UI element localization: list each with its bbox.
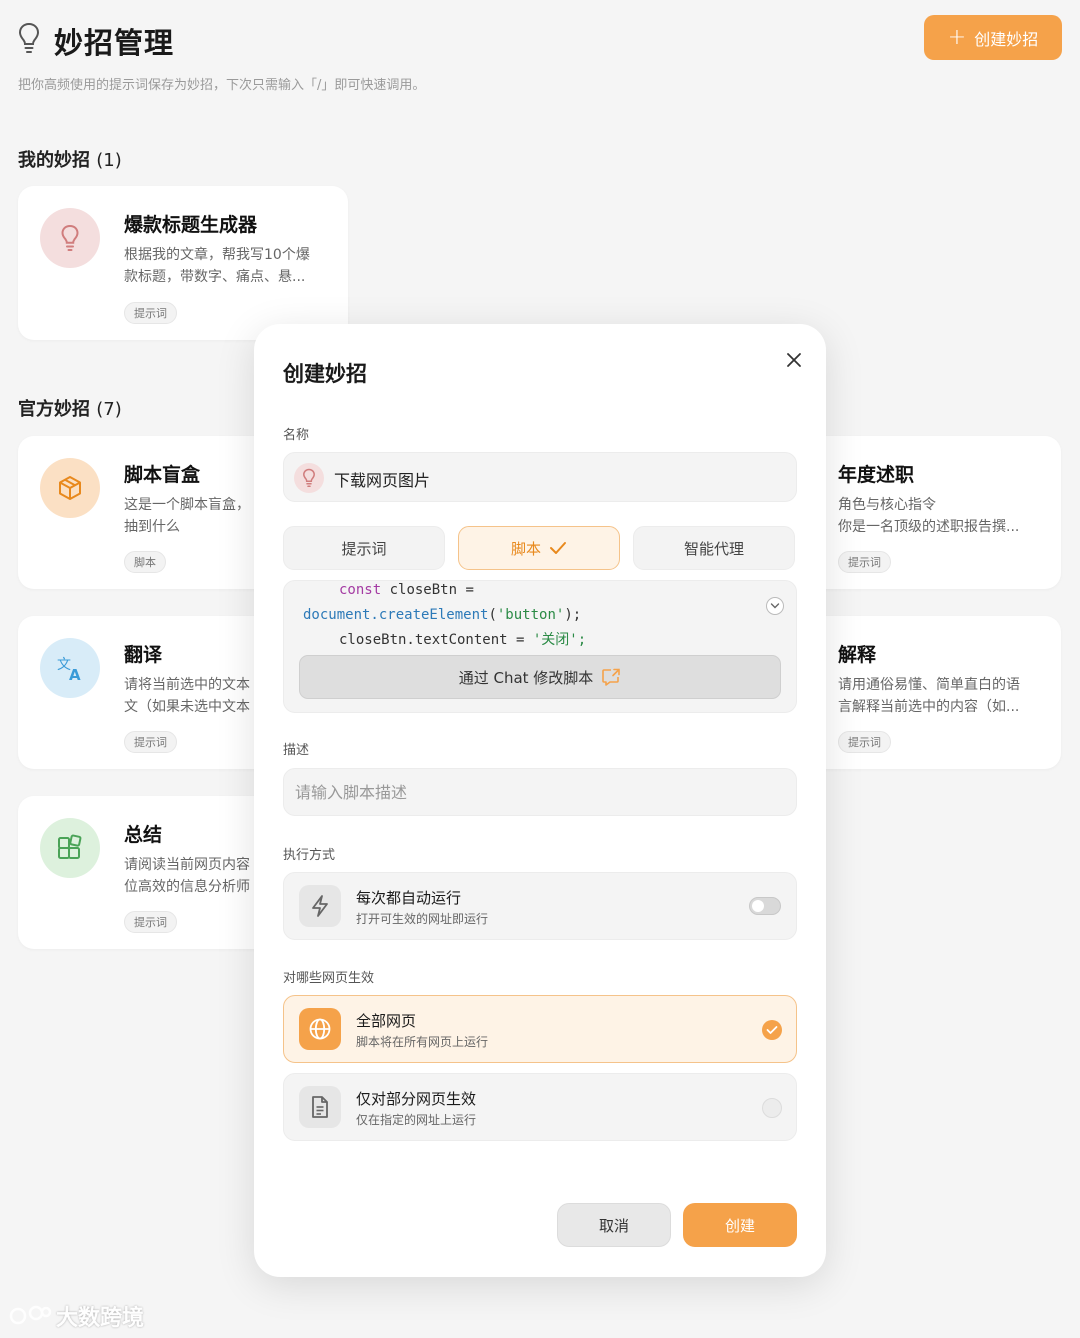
page-header: 妙招管理 + 创建妙招: [18, 15, 1062, 62]
chevron-down-icon[interactable]: [766, 597, 784, 615]
card-desc: 角色与核心指令 你是一名顶级的述职报告撰...: [838, 497, 1020, 535]
scope-all-radio[interactable]: [762, 1020, 782, 1040]
card-tag: 提示词: [124, 911, 177, 933]
tab-prompt[interactable]: 提示词: [283, 526, 445, 570]
tab-script-label: 脚本: [510, 539, 541, 558]
document-icon: [299, 1086, 341, 1128]
page-title: 妙招管理: [54, 26, 175, 60]
edit-script-via-chat-label: 通过 Chat 修改脚本: [458, 668, 594, 687]
bulb-icon[interactable]: [294, 463, 324, 493]
create-tip-button-label: 创建妙招: [974, 29, 1039, 49]
auto-run-toggle[interactable]: [749, 897, 781, 915]
official-tips-count: (7): [96, 399, 122, 420]
plus-icon: +: [947, 24, 967, 50]
lightbulb-icon: [18, 22, 40, 53]
dialog-title: 创建妙招: [283, 362, 367, 386]
official-tips-heading: 官方妙招 (7): [18, 395, 122, 421]
cube-icon: [40, 458, 100, 518]
my-tips-heading: 我的妙招 (1): [18, 146, 122, 172]
auto-run-option[interactable]: 每次都自动运行 打开可生效的网址即运行: [283, 872, 797, 940]
card-tag: 提示词: [838, 551, 891, 573]
cancel-button[interactable]: 取消: [557, 1203, 671, 1247]
desc-label: 描述: [283, 743, 310, 758]
card-desc: 请用通俗易懂、简单直白的语 言解释当前选中的内容（如...: [838, 677, 1020, 715]
my-tips-heading-text: 我的妙招: [18, 150, 90, 171]
name-value: 下载网页图片: [334, 471, 431, 490]
globe-icon: [299, 1008, 341, 1050]
card-tag: 提示词: [838, 731, 891, 753]
create-tip-dialog: 创建妙招 名称 下载网页图片 提示词 脚本 智能代理 const closeBt…: [254, 324, 826, 1277]
card-title: 解释: [838, 644, 877, 666]
scope-some-title: 仅对部分网页生效: [356, 1090, 477, 1108]
tab-script[interactable]: 脚本: [458, 526, 620, 570]
exec-mode-label: 执行方式: [283, 848, 336, 863]
edit-script-via-chat-button[interactable]: 通过 Chat 修改脚本: [299, 655, 781, 699]
card-title: 年度述职: [838, 464, 915, 486]
scope-some-pages-option[interactable]: 仅对部分网页生效 仅在指定的网址上运行: [283, 1073, 797, 1141]
create-tip-button[interactable]: + 创建妙招: [924, 15, 1062, 60]
watermark: 大数跨境: [8, 1300, 144, 1332]
create-button[interactable]: 创建: [683, 1203, 797, 1247]
tab-prompt-label: 提示词: [341, 539, 387, 558]
name-field[interactable]: 下载网页图片: [283, 452, 797, 502]
chat-edit-icon: [602, 668, 621, 686]
tab-agent[interactable]: 智能代理: [633, 526, 795, 570]
translate-icon: 文 A: [40, 638, 100, 698]
auto-run-title: 每次都自动运行: [356, 889, 462, 907]
type-tabs: 提示词 脚本 智能代理: [283, 526, 797, 570]
lightning-icon: [299, 885, 341, 927]
tip-card-viral-title[interactable]: 爆款标题生成器 根据我的文章，帮我写10个爆 款标题，带数字、痛点、悬... 提…: [18, 186, 348, 340]
grid-icon: [40, 818, 100, 878]
bulb-icon: [40, 208, 100, 268]
scope-some-subtitle: 仅在指定的网址上运行: [356, 1113, 477, 1127]
card-desc: 根据我的文章，帮我写10个爆 款标题，带数字、痛点、悬...: [124, 247, 310, 285]
card-title: 翻译: [124, 644, 163, 666]
page-subtitle: 把你高频使用的提示词保存为妙招，下次只需输入「/」即可快速调用。: [18, 78, 426, 93]
card-title: 脚本盲盒: [124, 464, 201, 486]
script-code-editor[interactable]: const closeBtn = document.createElement(…: [283, 580, 797, 713]
watermark-text: 大数跨境: [56, 1306, 145, 1331]
watermark-logo-icon: [9, 1305, 52, 1325]
scope-all-subtitle: 脚本将在所有网页上运行: [356, 1035, 489, 1049]
card-title: 爆款标题生成器: [124, 214, 258, 236]
my-tips-count: (1): [96, 150, 122, 171]
desc-field[interactable]: [283, 768, 797, 816]
scope-some-radio[interactable]: [762, 1098, 782, 1118]
card-tag: 脚本: [124, 551, 166, 573]
card-tag: 提示词: [124, 731, 177, 753]
official-tips-heading-text: 官方妙招: [18, 399, 90, 420]
scope-label: 对哪些网页生效: [283, 971, 375, 986]
scope-all-title: 全部网页: [356, 1012, 417, 1030]
code-content: const closeBtn = document.createElement(…: [303, 582, 587, 648]
name-label: 名称: [283, 428, 310, 443]
tab-agent-label: 智能代理: [683, 539, 744, 558]
svg-text:A: A: [69, 666, 81, 683]
auto-run-subtitle: 打开可生效的网址即运行: [356, 912, 489, 926]
check-icon: [550, 542, 566, 554]
scope-all-pages-option[interactable]: 全部网页 脚本将在所有网页上运行: [283, 995, 797, 1063]
close-icon[interactable]: [784, 350, 804, 370]
card-tag: 提示词: [124, 302, 177, 324]
desc-input[interactable]: [284, 769, 796, 815]
card-title: 总结: [124, 824, 163, 846]
